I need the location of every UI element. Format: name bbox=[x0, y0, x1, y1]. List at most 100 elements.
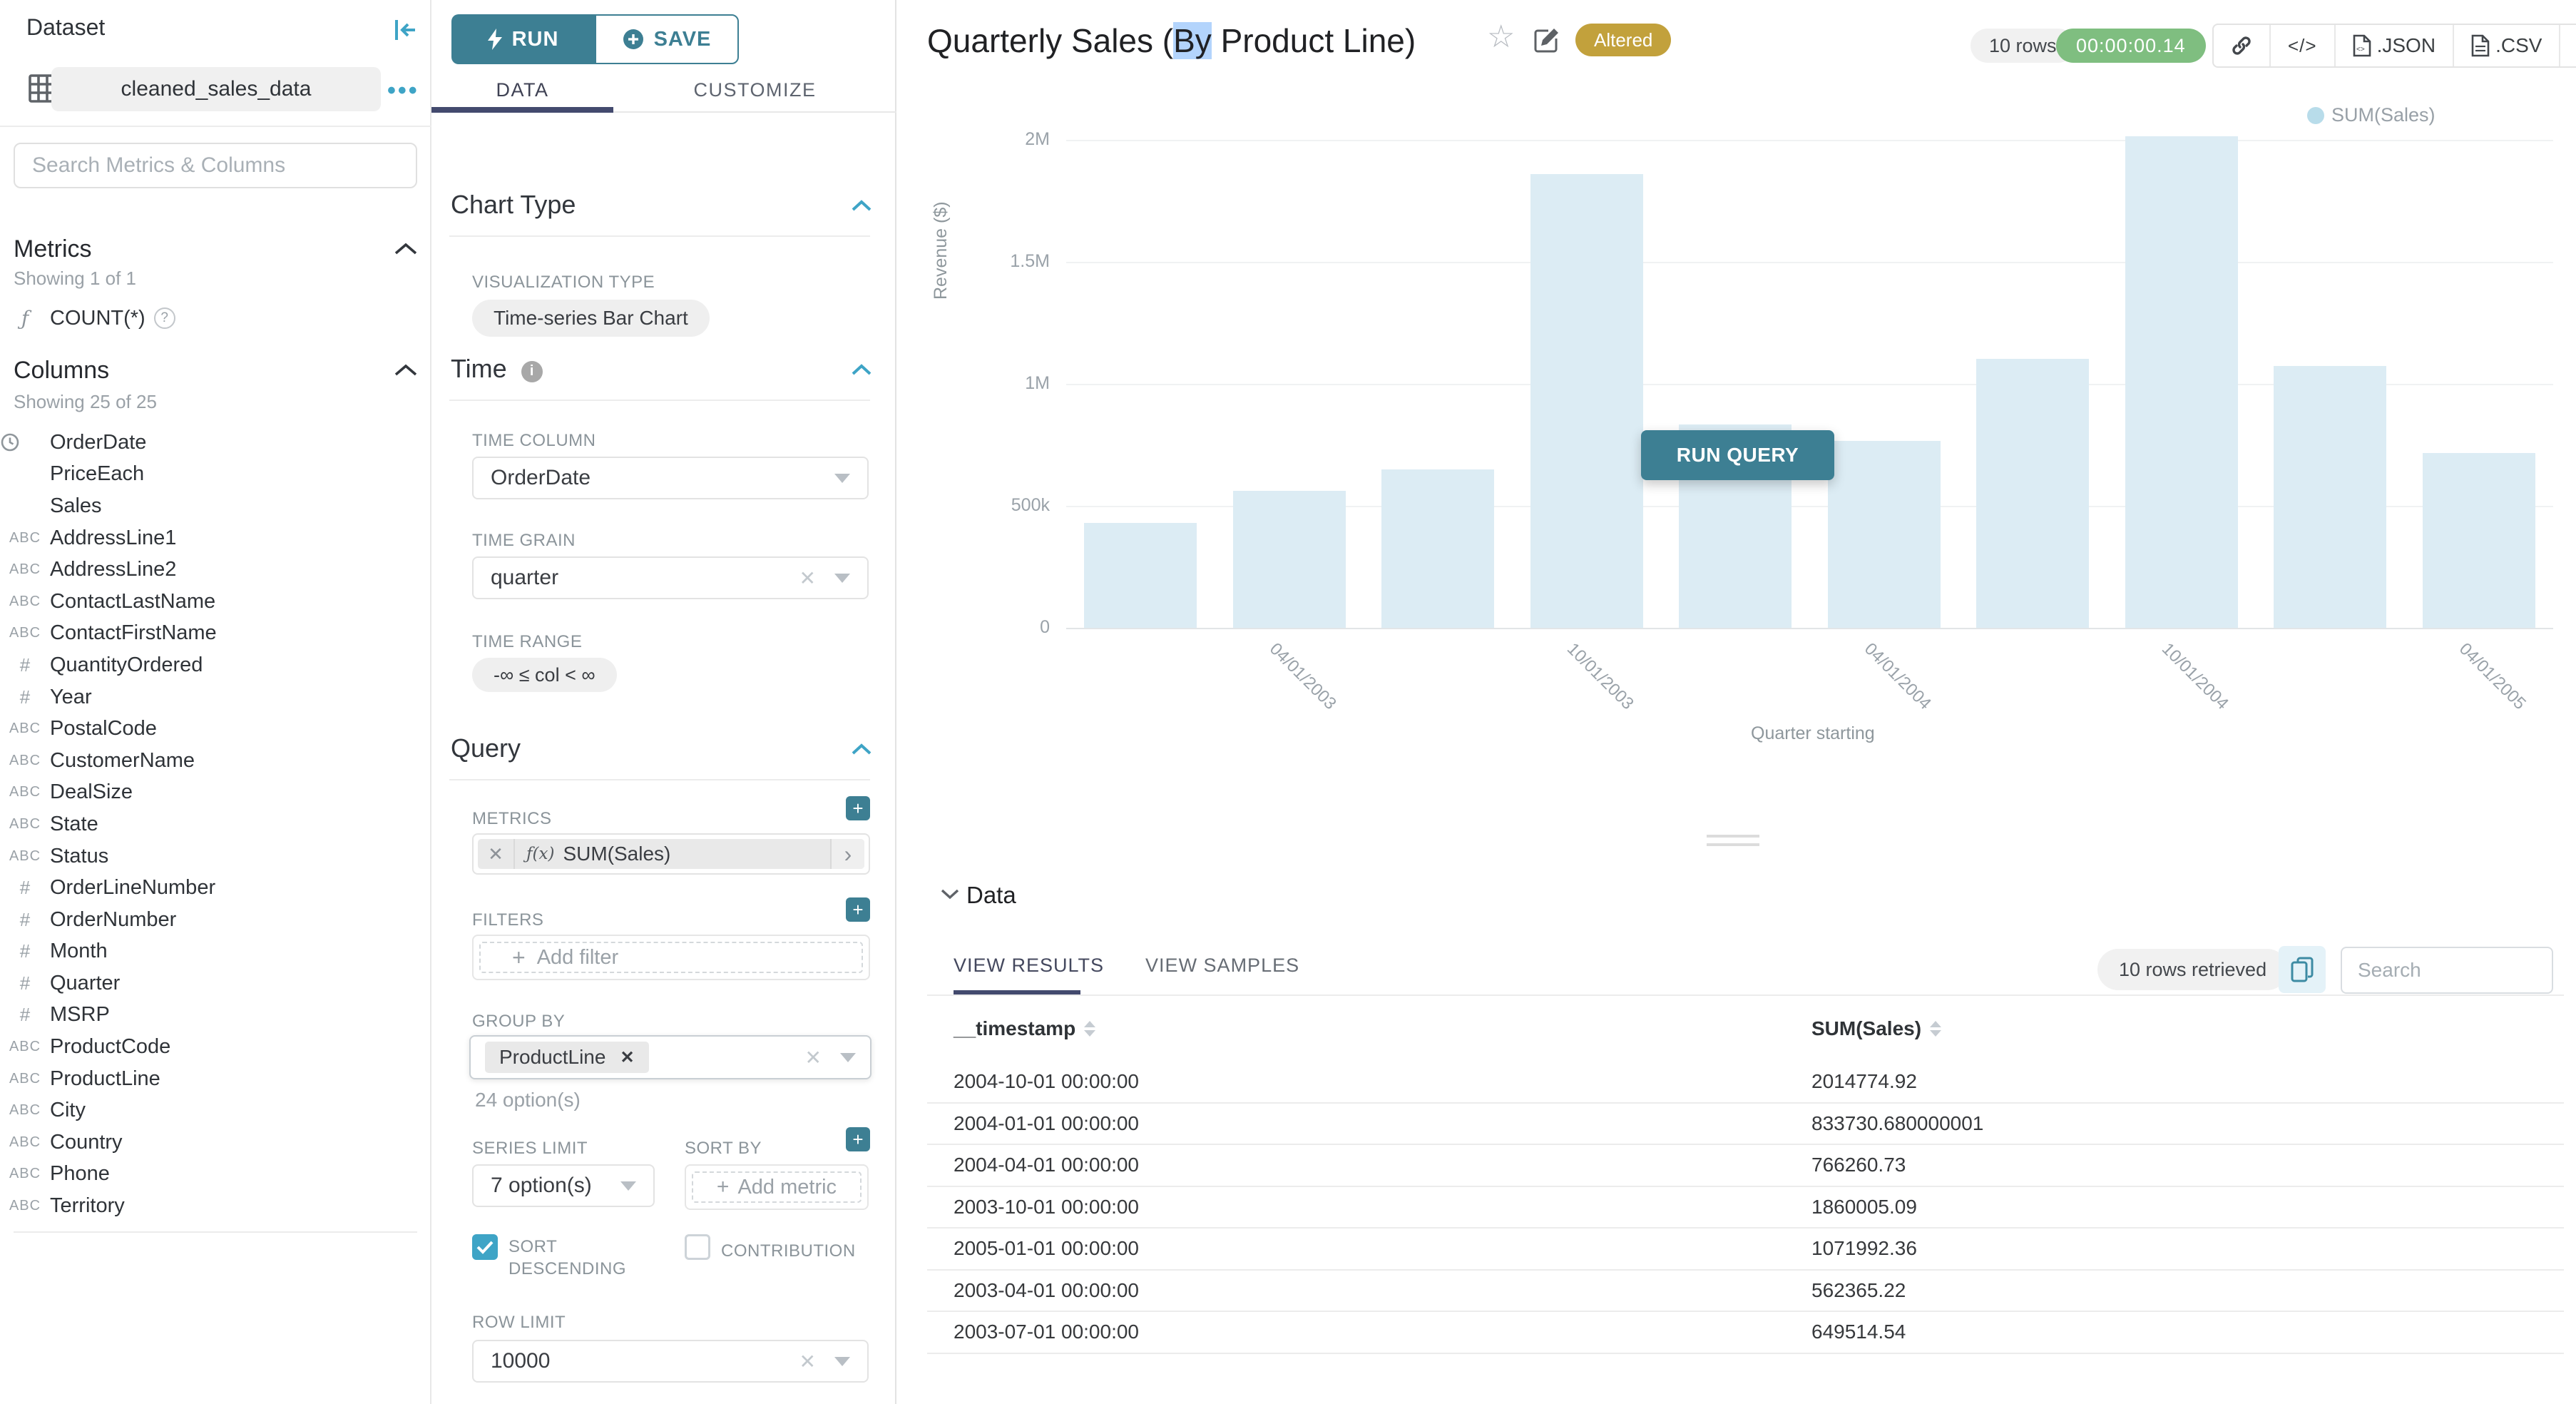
metrics-section-title: Metrics bbox=[14, 235, 92, 263]
add-metric-button[interactable]: + bbox=[846, 796, 870, 820]
dataset-more-menu[interactable]: ••• bbox=[387, 77, 419, 105]
remove-chip-icon[interactable]: ✕ bbox=[620, 1047, 634, 1068]
sort-descending-label: SORT DESCENDING bbox=[508, 1236, 630, 1280]
expand-metric-icon[interactable]: › bbox=[830, 839, 864, 869]
edit-properties-icon[interactable] bbox=[1533, 26, 1561, 54]
chart-menu-button[interactable] bbox=[2559, 25, 2576, 66]
clear-icon[interactable]: ✕ bbox=[805, 1046, 822, 1069]
metric-item-count[interactable]: ƒ COUNT(*) ? bbox=[0, 302, 431, 334]
divider bbox=[927, 994, 2564, 996]
add-filter-button[interactable]: + bbox=[846, 897, 870, 922]
time-column-select[interactable]: OrderDate bbox=[472, 457, 869, 499]
tab-data[interactable]: DATA bbox=[431, 68, 613, 111]
visualization-type-value[interactable]: Time-series Bar Chart bbox=[472, 300, 710, 337]
chevron-up-icon[interactable] bbox=[851, 362, 872, 377]
column-item[interactable]: PriceEach bbox=[0, 459, 431, 491]
export-csv-button[interactable]: .CSV bbox=[2453, 25, 2559, 66]
column-item[interactable]: ABCCity bbox=[0, 1094, 431, 1126]
column-item[interactable]: #QuantityOrdered bbox=[0, 649, 431, 681]
row-limit-select[interactable]: 10000 ✕ bbox=[472, 1340, 869, 1383]
chevron-up-icon[interactable] bbox=[851, 742, 872, 756]
metric-help-icon[interactable]: ? bbox=[154, 307, 175, 329]
text-type-icon: ABC bbox=[9, 1039, 41, 1054]
column-item[interactable]: ABCPostalCode bbox=[0, 713, 431, 745]
embed-code-button[interactable]: </> bbox=[2269, 25, 2334, 66]
column-item[interactable]: #Quarter bbox=[0, 967, 431, 999]
altered-badge[interactable]: Altered bbox=[1575, 24, 1671, 56]
bar-2005-04-01 bbox=[2423, 453, 2535, 628]
x-axis-tick-label: 04/01/2004 bbox=[1860, 639, 1935, 714]
time-grain-select[interactable]: quarter ✕ bbox=[472, 556, 869, 599]
column-item[interactable]: OrderDate bbox=[0, 427, 431, 459]
column-item[interactable]: ABCTerritory bbox=[0, 1190, 431, 1222]
dataset-name[interactable]: cleaned_sales_data bbox=[51, 67, 381, 111]
tab-customize[interactable]: CUSTOMIZE bbox=[613, 68, 896, 111]
column-item[interactable]: #Month bbox=[0, 936, 431, 968]
remove-metric-icon[interactable]: ✕ bbox=[478, 839, 515, 869]
cell-timestamp: 2004-10-01 00:00:00 bbox=[954, 1070, 1139, 1093]
cell-timestamp: 2003-04-01 00:00:00 bbox=[954, 1279, 1139, 1302]
tab-view-samples[interactable]: VIEW SAMPLES bbox=[1145, 955, 1299, 977]
column-item[interactable]: ABCProductLine bbox=[0, 1063, 431, 1095]
text-type-icon: ABC bbox=[9, 1166, 41, 1181]
columns-collapse-icon[interactable] bbox=[394, 362, 418, 378]
metric-chip[interactable]: ✕ ƒ(x) SUM(Sales) › bbox=[478, 839, 864, 869]
metrics-collapse-icon[interactable] bbox=[394, 241, 418, 257]
column-item[interactable]: #MSRP bbox=[0, 999, 431, 1032]
favorite-star-icon[interactable]: ☆ bbox=[1487, 19, 1515, 55]
results-search-input[interactable] bbox=[2341, 947, 2553, 994]
run-query-button[interactable]: RUN QUERY bbox=[1641, 430, 1834, 480]
clear-icon[interactable]: ✕ bbox=[799, 566, 816, 590]
bar-2005-01-01 bbox=[2274, 366, 2386, 628]
chart-legend[interactable]: SUM(Sales) bbox=[2307, 104, 2436, 126]
metrics-showing-count: Showing 1 of 1 bbox=[14, 268, 136, 290]
column-item[interactable]: Sales bbox=[0, 490, 431, 522]
table-row: 2004-01-01 00:00:00833730.680000001 bbox=[927, 1104, 2564, 1146]
number-type-icon: # bbox=[20, 654, 30, 676]
add-sort-metric-dropzone[interactable]: + Add metric bbox=[692, 1171, 862, 1203]
column-item[interactable]: #OrderNumber bbox=[0, 904, 431, 936]
data-section-chevron-icon[interactable] bbox=[940, 887, 960, 900]
tab-view-results[interactable]: VIEW RESULTS bbox=[954, 955, 1104, 977]
collapse-panel-icon[interactable] bbox=[391, 16, 419, 44]
chevron-up-icon[interactable] bbox=[851, 198, 872, 213]
column-item[interactable]: ABCCountry bbox=[0, 1126, 431, 1159]
column-item[interactable]: ABCAddressLine1 bbox=[0, 522, 431, 554]
bar-2003-04-01 bbox=[1233, 491, 1346, 628]
chevron-down-icon bbox=[840, 1053, 856, 1062]
group-by-chip[interactable]: ProductLine ✕ bbox=[485, 1042, 649, 1073]
chart-title[interactable]: Quarterly Sales (By Product Line) bbox=[927, 21, 1416, 60]
add-sort-metric-button[interactable]: + bbox=[846, 1127, 870, 1151]
resize-grip[interactable] bbox=[1707, 835, 1759, 852]
column-item[interactable]: ABCCustomerName bbox=[0, 745, 431, 777]
column-item[interactable]: ABCContactFirstName bbox=[0, 618, 431, 650]
column-item[interactable]: ABCAddressLine2 bbox=[0, 554, 431, 586]
filters-label: FILTERS bbox=[472, 910, 543, 930]
sort-descending-checkbox[interactable] bbox=[472, 1234, 498, 1260]
column-item[interactable]: ABCProductCode bbox=[0, 1031, 431, 1063]
chart-control-panel: RUN SAVE DATA CUSTOMIZE Chart Type VISUA… bbox=[431, 0, 896, 1404]
export-json-button[interactable]: <> .JSON bbox=[2334, 25, 2453, 66]
info-icon[interactable]: i bbox=[521, 361, 543, 382]
add-filter-dropzone[interactable]: + Add filter bbox=[479, 942, 863, 973]
run-button[interactable]: RUN bbox=[451, 14, 595, 64]
column-item[interactable]: ABCContactLastName bbox=[0, 586, 431, 618]
copy-link-button[interactable] bbox=[2214, 25, 2269, 66]
search-metrics-columns-input[interactable] bbox=[14, 143, 417, 188]
column-item[interactable]: #Year bbox=[0, 681, 431, 713]
contribution-checkbox[interactable] bbox=[685, 1234, 710, 1260]
column-header-sum-sales[interactable]: SUM(Sales) bbox=[1811, 1017, 1941, 1040]
group-by-select[interactable]: ProductLine ✕ ✕ bbox=[469, 1035, 872, 1079]
column-item[interactable]: ABCPhone bbox=[0, 1159, 431, 1191]
copy-data-button[interactable] bbox=[2279, 946, 2326, 993]
column-item[interactable]: ABCDealSize bbox=[0, 777, 431, 809]
series-limit-select[interactable]: 7 option(s) bbox=[472, 1164, 655, 1207]
column-header-timestamp[interactable]: __timestamp bbox=[954, 1017, 1095, 1040]
cell-sum-sales: 649514.54 bbox=[1811, 1321, 1906, 1343]
column-item[interactable]: ABCState bbox=[0, 808, 431, 840]
save-button[interactable]: SAVE bbox=[595, 14, 739, 64]
column-item[interactable]: ABCStatus bbox=[0, 840, 431, 873]
column-item[interactable]: #OrderLineNumber bbox=[0, 872, 431, 904]
clear-icon[interactable]: ✕ bbox=[799, 1350, 816, 1373]
time-range-value[interactable]: -∞ ≤ col < ∞ bbox=[472, 658, 617, 692]
